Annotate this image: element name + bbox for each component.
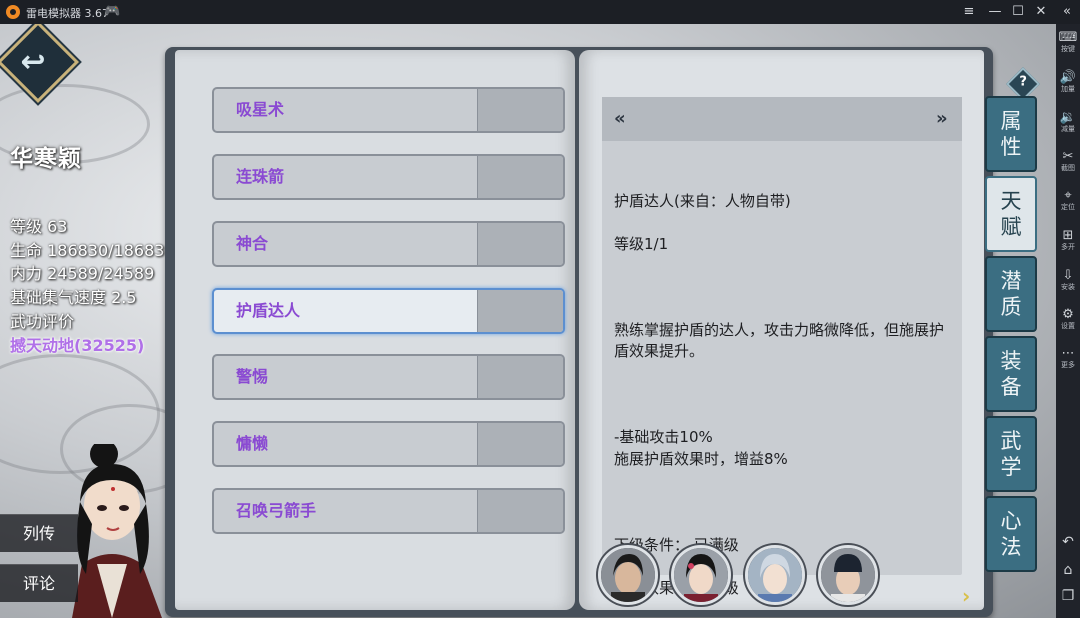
skill-detail-level: 等级1/1: [614, 234, 669, 253]
sidebar-item-keyboard[interactable]: ⌨ 按键: [1056, 30, 1080, 54]
party-avatar[interactable]: [598, 545, 658, 605]
hp-stat: 生命 186830/186830: [10, 240, 175, 260]
volume-down-icon: 🔉: [1059, 110, 1077, 125]
skill-slot-xixingshu[interactable]: 吸星术: [212, 87, 565, 133]
sidebar-item-screenshot[interactable]: ✂ 截图: [1056, 149, 1080, 173]
volume-up-icon: 🔊: [1059, 70, 1077, 85]
sidebar-item-install[interactable]: ⇩ 安装: [1056, 268, 1080, 292]
skill-level-box: [477, 490, 563, 532]
sidebar-item-multi-open[interactable]: ⊞ 多开: [1056, 228, 1080, 252]
skill-level-box: [477, 423, 563, 465]
skill-detail-panel: « » 护盾达人(来自：人物自带) 等级1/1 熟练掌握护盾的达人，攻击力略微降…: [602, 97, 962, 597]
maximize-icon[interactable]: ☐: [1007, 2, 1029, 22]
question-icon: ?: [1019, 74, 1027, 90]
app-title: 雷电模拟器 3.67: [26, 7, 109, 20]
home-nav-icon[interactable]: ⌂: [1056, 562, 1080, 578]
party-avatar[interactable]: [745, 545, 805, 605]
emulator-logo-icon: [6, 5, 20, 19]
skill-level-box: [477, 356, 563, 398]
prev-arrow-icon[interactable]: «: [614, 108, 626, 129]
skill-name: 吸星术: [236, 100, 285, 119]
collapse-icon[interactable]: «: [1056, 2, 1078, 22]
skill-name: 召唤弓箭手: [236, 501, 317, 520]
skill-level-box: [477, 223, 563, 265]
scissors-icon: ✂: [1062, 149, 1074, 164]
party-avatar[interactable]: [671, 545, 731, 605]
skill-name: 神合: [236, 234, 269, 253]
skill-level-box: [477, 156, 563, 198]
minimize-icon[interactable]: —: [984, 2, 1006, 22]
biography-button[interactable]: 列传: [0, 514, 78, 552]
mp-stat: 内力 24589/24589: [10, 264, 155, 284]
character-name: 华寒颖: [10, 146, 82, 172]
skill-name: 护盾达人: [236, 301, 301, 320]
comments-button[interactable]: 评论: [0, 564, 78, 602]
more-icon: ⋯: [1061, 346, 1075, 361]
skill-slot-yonglan[interactable]: 慵懒: [212, 421, 565, 467]
skill-level-box: [477, 89, 563, 131]
apk-install-icon: ⇩: [1062, 268, 1074, 283]
skill-list-page: 吸星术 连珠箭 神合 护盾达人 警惕 慵懒 召唤弓箭手: [175, 50, 575, 610]
next-page-arrow-icon[interactable]: ›: [962, 584, 970, 608]
sidebar-item-settings[interactable]: ⚙ 设置: [1056, 307, 1080, 331]
rating-value: 撼天动地(32525): [10, 335, 145, 355]
close-icon[interactable]: ✕: [1030, 2, 1052, 22]
skill-slot-lianzhujian[interactable]: 连珠箭: [212, 154, 565, 200]
skill-detail-description: 熟练掌握护盾的达人，攻击力略微降低，但施展护盾效果提升。: [614, 320, 945, 361]
skill-name: 警惕: [236, 367, 269, 386]
skill-detail-page: « » 护盾达人(来自：人物自带) 等级1/1 熟练掌握护盾的达人，攻击力略微降…: [579, 50, 984, 610]
skill-slot-shenhe[interactable]: 神合: [212, 221, 565, 267]
game-screen: ↩ 华寒颖 等级 63 生命 186830/186830 内力 24589/24…: [0, 24, 1056, 618]
rating-label: 武功评价: [10, 311, 75, 331]
sidebar-item-volume-down[interactable]: 🔉 减量: [1056, 110, 1080, 134]
talent-book: 吸星术 连珠箭 神合 护盾达人 警惕 慵懒 召唤弓箭手 « » 护盾达人(来自：…: [165, 47, 993, 617]
emulator-sidebar: ⌨ 按键 🔊 加量 🔉 减量 ✂ 截图 ⌖ 定位 ⊞ 多开 ⇩ 安装 ⚙ 设置 …: [1056, 24, 1080, 618]
skill-level-box: [477, 290, 563, 332]
level-stat: 等级 63: [10, 217, 68, 236]
character-stats: 等级 63 生命 186830/186830 内力 24589/24589 基础…: [10, 215, 175, 357]
return-arrow-icon: ↩: [20, 44, 46, 80]
qi-speed-stat: 基础集气速度 2.5: [10, 288, 137, 308]
skill-slot-jingti[interactable]: 警惕: [212, 354, 565, 400]
sidebar-item-location[interactable]: ⌖ 定位: [1056, 188, 1080, 212]
skill-name: 慵懒: [236, 434, 269, 453]
tab-talents[interactable]: 天赋: [985, 176, 1037, 252]
next-arrow-icon[interactable]: »: [936, 108, 948, 129]
tab-mind-method[interactable]: 心法: [985, 496, 1037, 572]
skill-slot-zhaohuangongjianshou[interactable]: 召唤弓箭手: [212, 488, 565, 534]
tab-martial-arts[interactable]: 武学: [985, 416, 1037, 492]
skill-name: 连珠箭: [236, 167, 285, 186]
recents-nav-icon[interactable]: ❐: [1056, 588, 1080, 604]
skill-detail-title: 护盾达人(来自：人物自带): [614, 191, 791, 210]
menu-icon[interactable]: ≡: [958, 2, 980, 22]
emulator-titlebar: 雷电模拟器 3.67 🎮 ≡ — ☐ ✕ «: [0, 0, 1080, 24]
tab-equipment[interactable]: 装备: [985, 336, 1037, 412]
gear-icon: ⚙: [1062, 307, 1074, 322]
skill-detail-effects: -基础攻击10% 施展护盾效果时，增益8%: [614, 428, 788, 468]
multi-open-icon: ⊞: [1062, 228, 1074, 243]
sidebar-item-volume-up[interactable]: 🔊 加量: [1056, 70, 1080, 94]
sidebar-item-more[interactable]: ⋯ 更多: [1056, 346, 1080, 370]
location-icon: ⌖: [1064, 188, 1072, 203]
gamepad-icon[interactable]: 🎮: [104, 4, 120, 19]
detail-nav-bar: « »: [602, 97, 962, 141]
tab-potential[interactable]: 潜质: [985, 256, 1037, 332]
keyboard-icon: ⌨: [1058, 30, 1078, 45]
tab-attributes[interactable]: 属性: [985, 96, 1037, 172]
party-avatar[interactable]: [818, 545, 878, 605]
skill-slot-hudundaren[interactable]: 护盾达人: [212, 288, 565, 334]
back-nav-icon[interactable]: ↶: [1056, 534, 1080, 550]
